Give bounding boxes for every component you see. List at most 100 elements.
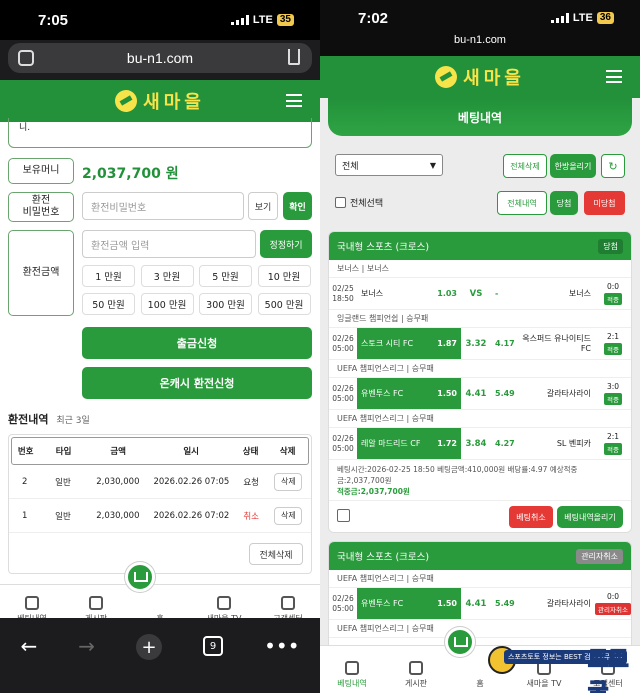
match-score: 2:1 [606, 332, 620, 341]
away-team-cell[interactable]: 5.49 갈라타사라이 [491, 588, 595, 619]
nav-item-layers[interactable]: 게시판 [386, 661, 446, 689]
delete-all-history-button[interactable]: 전체삭제 [249, 543, 303, 565]
match-time: 05:00 [332, 393, 354, 403]
win-filter-button[interactable]: 당첨 [550, 191, 578, 215]
match-score: 0:0 [606, 282, 620, 291]
amount-option-button[interactable]: 500 만원 [257, 293, 311, 315]
table-cell: 요청 [243, 477, 259, 488]
home-team-cell[interactable]: 레알 마드리드 CF 1.72 [357, 428, 461, 459]
checkbox-icon[interactable] [335, 197, 346, 208]
away-team-cell[interactable]: 4.17 옥스퍼드 유나이티드 FC [491, 328, 595, 359]
draw-odds[interactable]: 3.84 [461, 428, 491, 459]
site-header: 새마을 [320, 56, 640, 98]
bet-checkbox[interactable] [337, 509, 350, 522]
url-text[interactable]: bu-n1.com [320, 34, 640, 56]
result-badge: 관리자취소 [595, 603, 631, 615]
tabs-count-icon[interactable]: 9 [203, 636, 224, 656]
amount-option-button[interactable]: 10 만원 [257, 265, 311, 287]
reset-amount-button[interactable]: 정정하기 [260, 230, 312, 258]
amount-option-button[interactable]: 5 만원 [199, 265, 252, 287]
table-row: 2 일반 2,030,000 2026.02.26 07:05 요청 삭제 [9, 465, 311, 499]
home-odds: 1.72 [437, 439, 457, 448]
home-team-name: 보너스 [361, 289, 384, 298]
home-odds: 1.03 [437, 289, 457, 298]
select-all-checkbox[interactable]: 전체선택 [335, 196, 383, 209]
draw-odds[interactable]: 4.41 [461, 378, 491, 409]
password-input[interactable]: 환전비밀번호 [82, 192, 244, 220]
table-cell: 2 [22, 476, 28, 487]
site-logo[interactable]: 새마을 [115, 88, 205, 114]
away-team-cell[interactable]: 5.49 갈라타사라이 [491, 378, 595, 409]
home-team-cell[interactable]: 유벤투스 FC 1.50 [357, 378, 461, 409]
table-cell: 2,030,000 [96, 476, 140, 487]
amount-option-button[interactable]: 100 만원 [140, 293, 194, 315]
battery-icon: 36 [596, 12, 614, 24]
unwin-filter-button[interactable]: 미당첨 [584, 191, 625, 215]
league-label: UEFA 챔피언스리그 | 승무패 [329, 360, 631, 378]
url-field[interactable]: bu-n1.com [8, 43, 312, 73]
home-icon[interactable] [125, 562, 155, 592]
menu-icon[interactable] [606, 70, 622, 83]
forward-icon[interactable]: → [78, 634, 95, 658]
menu-icon[interactable] [286, 94, 302, 107]
amount-option-button[interactable]: 300 만원 [199, 293, 252, 315]
draw-odds[interactable]: VS [461, 278, 491, 309]
balance-value: 2,037,700 원 [82, 166, 179, 182]
fold-all-button[interactable]: 한방올리기 [550, 154, 596, 178]
site-logo[interactable]: 새마을 [435, 64, 525, 90]
share-icon[interactable] [288, 49, 300, 65]
show-password-button[interactable]: 보기 [248, 192, 278, 220]
match-score: 0:0 [606, 592, 620, 601]
away-team-cell[interactable]: 4.27 SL 벤피카 [491, 428, 595, 459]
delete-all-button[interactable]: 전체삭제 [503, 154, 547, 178]
draw-odds[interactable]: 3.32 [461, 328, 491, 359]
away-odds: 4.27 [495, 439, 515, 448]
amount-option-button[interactable]: 1 만원 [82, 265, 135, 287]
new-tab-icon[interactable]: + [136, 634, 163, 660]
watermark: 스포츠토토 정보는 BEST 검증커뮤니티 토토굴 [480, 640, 640, 693]
history-table: 번호 타입 금액 일시 상태 삭제 2 일반 2,030,000 2026.02.26 07:0… [8, 434, 312, 574]
home-team-cell[interactable]: 유벤투스 FC 1.50 [357, 588, 461, 619]
withdraw-button[interactable]: 출금신청 [82, 327, 312, 359]
home-team-cell[interactable]: 스토크 시티 FC 1.87 [357, 328, 461, 359]
bet-summary: 베팅시간:2026-02-25 18:50 베팅금액:410,000원 배당률:… [329, 460, 631, 501]
signal-icon [550, 13, 569, 23]
bet-card-footer: 베팅취소 베팅내역올리기 [329, 500, 631, 532]
match-result: 3:0 적중 [595, 378, 631, 409]
amount-option-button[interactable]: 50 만원 [82, 293, 135, 315]
nav-item-document[interactable]: 베팅내역 [322, 661, 382, 689]
back-icon[interactable]: ← [21, 634, 38, 658]
match-row: 02/26 05:00 유벤투스 FC 1.50 4.41 5.49 갈라타사라이 3:0 적중 [329, 378, 631, 410]
delete-cell: 삭제 [268, 506, 309, 525]
history-header: 번호 타입 금액 일시 상태 삭제 [11, 437, 309, 465]
home-team-cell[interactable]: 보너스 1.03 [357, 278, 461, 309]
home-icon[interactable] [445, 627, 475, 657]
confirm-password-button[interactable]: 확인 [283, 192, 312, 220]
away-team-cell[interactable]: - 보너스 [491, 278, 595, 309]
page-settings-icon[interactable] [18, 50, 34, 66]
away-odds: - [495, 289, 499, 298]
cancel-bet-button[interactable]: 베팅취소 [509, 506, 553, 528]
delete-row-button[interactable]: 삭제 [274, 506, 303, 525]
delete-row-button[interactable]: 삭제 [274, 472, 303, 491]
more-icon[interactable]: ••• [264, 634, 299, 658]
refresh-icon[interactable]: ↻ [601, 154, 625, 178]
send-icon [281, 596, 295, 610]
all-history-button[interactable]: 전체내역 [497, 191, 547, 215]
away-team-name: 갈라타사라이 [546, 598, 591, 608]
nav-spacer [153, 596, 167, 610]
match-row: 02/26 05:00 스토크 시티 FC 1.87 3.32 4.17 옥스퍼드 유나이티… [329, 328, 631, 360]
table-cell: 일반 [55, 511, 71, 522]
amount-input[interactable]: 환전금액 입력 [82, 230, 256, 258]
draw-odds[interactable]: 4.41 [461, 588, 491, 619]
table-cell: 1 [22, 510, 28, 521]
match-time: 05:00 [332, 343, 354, 353]
filter-select[interactable]: 전체 ▼ [335, 154, 443, 176]
oncash-exchange-button[interactable]: 온캐시 환전신청 [82, 367, 312, 399]
table-cell: 취소 [243, 511, 259, 522]
post-bet-button[interactable]: 베팅내역올리기 [557, 506, 623, 528]
league-label: 보너스 | 보너스 [329, 260, 631, 278]
layers-icon [89, 596, 103, 610]
bet-card-1: 국내형 스포츠 (크로스) 당첨 보너스 | 보너스 02/25 18:50 보너스 1… [328, 231, 632, 533]
amount-option-button[interactable]: 3 만원 [140, 265, 194, 287]
